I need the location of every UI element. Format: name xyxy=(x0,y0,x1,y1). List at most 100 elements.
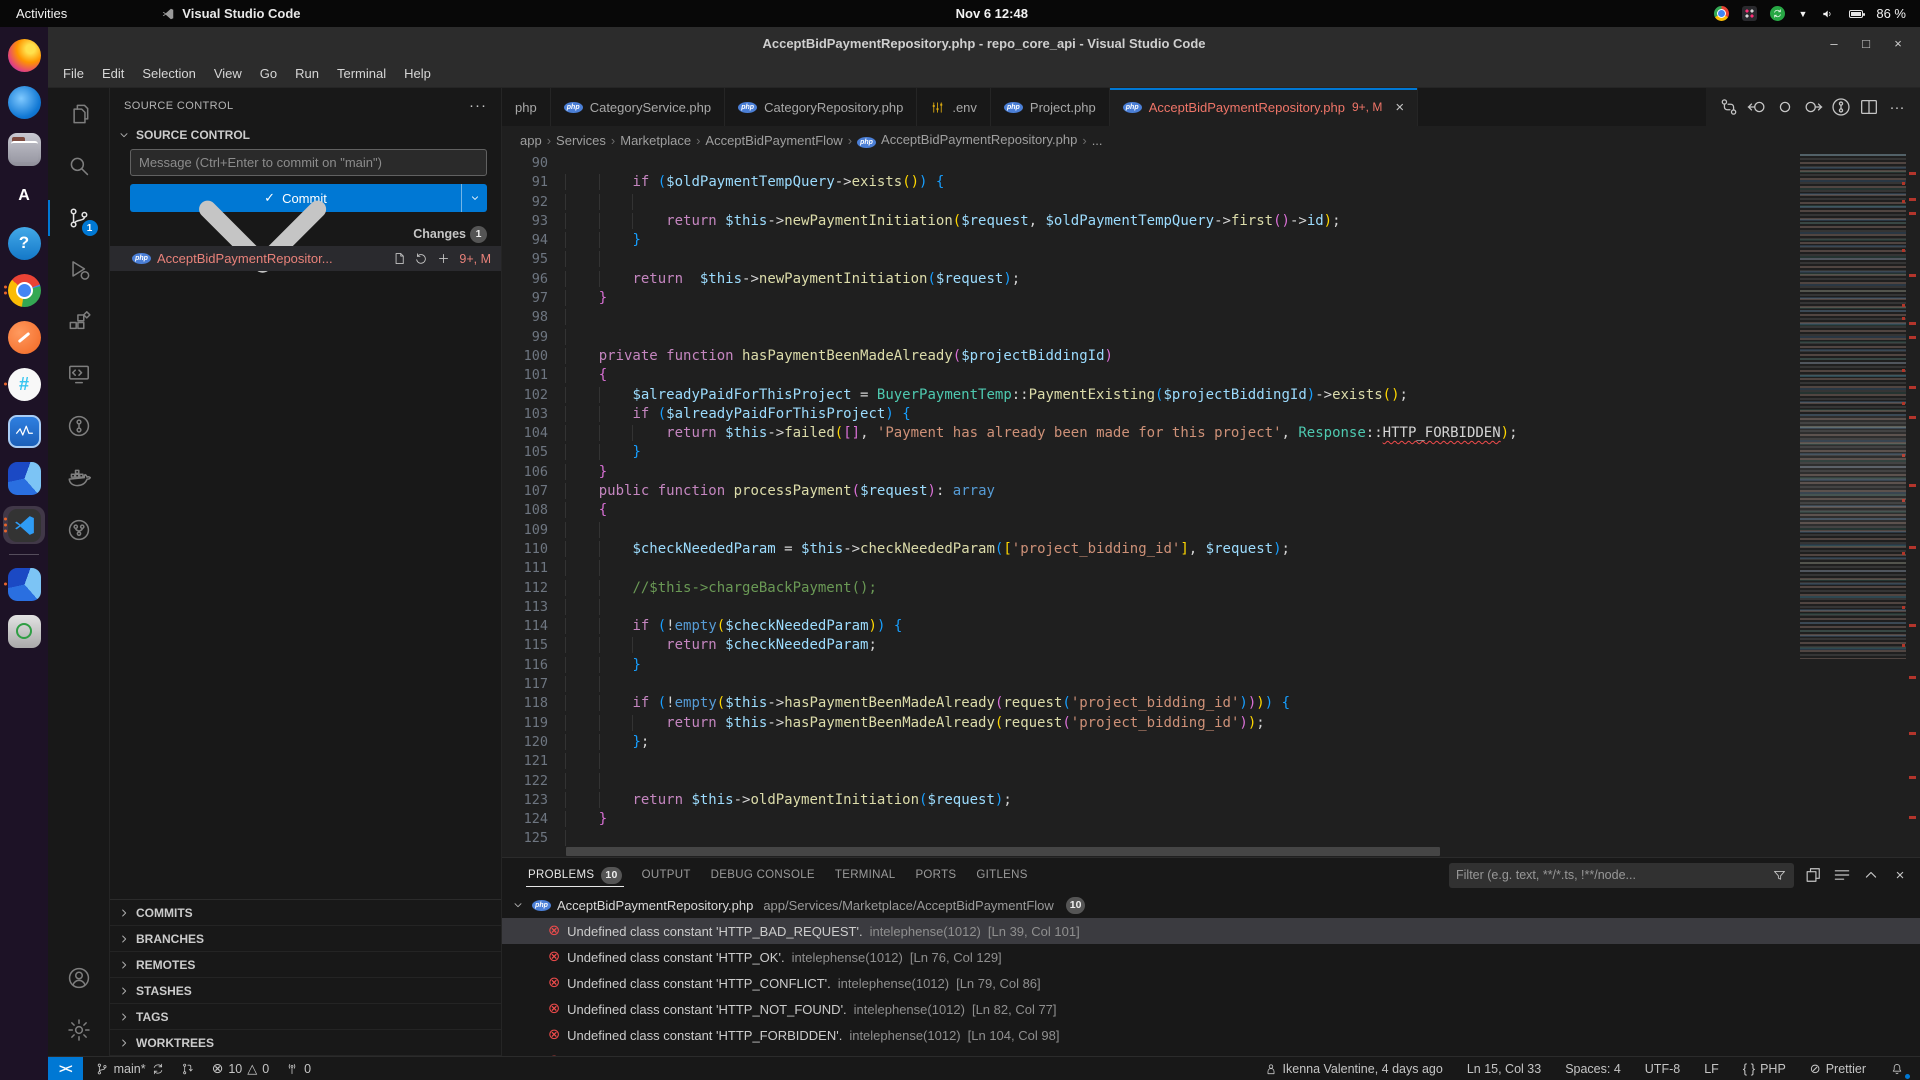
problems-file-group[interactable]: php AcceptBidPaymentRepository.php app/S… xyxy=(502,892,1920,918)
horizontal-scrollbar[interactable] xyxy=(566,847,1780,856)
notifications-bell[interactable] xyxy=(1886,1057,1908,1080)
system-tray[interactable]: ▼ 86 % xyxy=(1714,0,1920,27)
dock-item-chrome[interactable] xyxy=(3,271,45,309)
backup-tray-icon[interactable] xyxy=(1770,6,1785,21)
activity-gitlens[interactable] xyxy=(48,400,110,452)
menu-view[interactable]: View xyxy=(205,62,251,85)
code-line-100[interactable]: 100 private function hasPaymentBeenMadeA… xyxy=(502,347,1920,366)
commit-info[interactable]: Ikenna Valentine, 4 days ago xyxy=(1260,1057,1447,1080)
split-editor-icon[interactable] xyxy=(1858,96,1880,118)
tab-categoryrepository-php[interactable]: phpCategoryRepository.php xyxy=(725,88,917,126)
filter-input[interactable] xyxy=(1456,868,1772,882)
chrome-tray-icon[interactable] xyxy=(1714,6,1729,21)
code-line-117[interactable]: 117 xyxy=(502,675,1920,694)
tab-php[interactable]: php xyxy=(502,88,551,126)
compare-changes-icon[interactable] xyxy=(1718,96,1740,118)
cursor-position[interactable]: Ln 15, Col 33 xyxy=(1463,1057,1545,1080)
discard-changes-icon[interactable] xyxy=(414,251,429,266)
title-bar[interactable]: AcceptBidPaymentRepository.php - repo_co… xyxy=(48,27,1920,60)
menu-go[interactable]: Go xyxy=(251,62,286,85)
breadcrumb-item[interactable]: AcceptBidPaymentFlow xyxy=(705,133,842,148)
problem-row[interactable]: ⊗Undefined class constant xyxy=(502,1048,1920,1056)
tab-categoryservice-php[interactable]: phpCategoryService.php xyxy=(551,88,725,126)
more-actions-icon[interactable]: ··· xyxy=(1886,96,1908,118)
code-line-120[interactable]: 120 }; xyxy=(502,733,1920,752)
activity-explorer[interactable] xyxy=(48,88,110,140)
problems-indicator[interactable]: ⊗ 10 △ 0 xyxy=(208,1057,274,1080)
code-line-91[interactable]: 91 if ($oldPaymentTempQuery->exists()) { xyxy=(502,173,1920,192)
activity-source-control[interactable]: 1 xyxy=(48,192,110,244)
dock-item-app-blue-2[interactable] xyxy=(3,565,45,603)
list-icon[interactable] xyxy=(1832,865,1852,885)
ports-indicator[interactable]: 0 xyxy=(281,1057,315,1080)
copy-icon[interactable] xyxy=(1803,865,1823,885)
problem-row[interactable]: ⊗Undefined class constant 'HTTP_FORBIDDE… xyxy=(502,1022,1920,1048)
close-tab-icon[interactable]: × xyxy=(1395,99,1404,116)
dock-item-vscode[interactable] xyxy=(3,506,45,544)
section-commits[interactable]: COMMITS xyxy=(110,900,501,926)
code-line-125[interactable]: 125 xyxy=(502,829,1920,848)
code-line-104[interactable]: 104 return $this->failed([], 'Payment ha… xyxy=(502,424,1920,443)
code-line-111[interactable]: 111 xyxy=(502,559,1920,578)
clock[interactable]: Nov 6 12:48 xyxy=(956,6,1028,21)
gitlens-icon[interactable] xyxy=(1830,96,1852,118)
panel-tab-output[interactable]: OUTPUT xyxy=(632,858,701,892)
branch-indicator[interactable]: main* xyxy=(91,1057,198,1080)
code-line-123[interactable]: 123 return $this->oldPaymentInitiation($… xyxy=(502,791,1920,810)
breadcrumb-item[interactable]: ... xyxy=(1092,133,1103,148)
code-line-108[interactable]: 108 { xyxy=(502,501,1920,520)
problem-row[interactable]: ⊗Undefined class constant 'HTTP_CONFLICT… xyxy=(502,970,1920,996)
code-line-99[interactable]: 99 xyxy=(502,328,1920,347)
section-branches[interactable]: BRANCHES xyxy=(110,926,501,952)
code-line-94[interactable]: 94 } xyxy=(502,231,1920,250)
dock-item-trash[interactable] xyxy=(3,612,45,650)
breadcrumb[interactable]: app›Services›Marketplace›AcceptBidPaymen… xyxy=(502,126,1920,154)
sync-icon[interactable] xyxy=(151,1062,165,1076)
code-line-115[interactable]: 115 return $checkNeededParam; xyxy=(502,636,1920,655)
chevron-up-icon[interactable] xyxy=(1861,865,1881,885)
activity-remote-explorer[interactable] xyxy=(48,348,110,400)
tab-project-php[interactable]: phpProject.php xyxy=(991,88,1110,126)
panel-tab-terminal[interactable]: TERMINAL xyxy=(825,858,906,892)
volume-icon[interactable] xyxy=(1820,6,1836,22)
dock-item-help[interactable]: ? xyxy=(3,224,45,262)
focused-app-indicator[interactable]: Visual Studio Code xyxy=(161,6,300,21)
network-icon[interactable]: ▼ xyxy=(1798,9,1807,19)
code-line-110[interactable]: 110 $checkNeededParam = $this->checkNeed… xyxy=(502,540,1920,559)
breadcrumb-item[interactable]: phpAcceptBidPaymentRepository.php xyxy=(857,132,1077,148)
previous-change-icon[interactable] xyxy=(1746,96,1768,118)
code-line-121[interactable]: 121 xyxy=(502,752,1920,771)
activity-settings[interactable] xyxy=(48,1004,110,1056)
next-change-icon[interactable] xyxy=(1802,96,1824,118)
code-line-114[interactable]: 114 if (!empty($checkNeededParam)) { xyxy=(502,617,1920,636)
open-file-icon[interactable] xyxy=(392,251,407,266)
close-button[interactable]: × xyxy=(1886,32,1910,56)
keyboard-indicator-icon[interactable] xyxy=(1742,6,1757,21)
eol-indicator[interactable]: LF xyxy=(1700,1057,1723,1080)
code-line-109[interactable]: 109 xyxy=(502,521,1920,540)
code-line-92[interactable]: 92 xyxy=(502,193,1920,212)
language-mode[interactable]: { } PHP xyxy=(1739,1057,1790,1080)
panel-tab-problems[interactable]: PROBLEMS10 xyxy=(518,858,632,892)
code-line-106[interactable]: 106 } xyxy=(502,463,1920,482)
dock-item-files[interactable] xyxy=(3,130,45,168)
panel-tab-gitlens[interactable]: GITLENS xyxy=(966,858,1037,892)
code-line-119[interactable]: 119 return $this->hasPaymentBeenMadeAlre… xyxy=(502,714,1920,733)
problem-row[interactable]: ⊗Undefined class constant 'HTTP_BAD_REQU… xyxy=(502,918,1920,944)
dock-item-app-blue[interactable] xyxy=(3,459,45,497)
code-line-107[interactable]: 107 public function processPayment($requ… xyxy=(502,482,1920,501)
panel-tab-ports[interactable]: PORTS xyxy=(905,858,966,892)
code-editor[interactable]: 9091 if ($oldPaymentTempQuery->exists())… xyxy=(502,154,1920,857)
menu-edit[interactable]: Edit xyxy=(93,62,133,85)
stage-changes-icon[interactable] xyxy=(436,251,451,266)
code-line-122[interactable]: 122 xyxy=(502,772,1920,791)
code-line-97[interactable]: 97 } xyxy=(502,289,1920,308)
current-change-icon[interactable] xyxy=(1774,96,1796,118)
problem-row[interactable]: ⊗Undefined class constant 'HTTP_NOT_FOUN… xyxy=(502,996,1920,1022)
activity-git-graph[interactable] xyxy=(48,504,110,556)
section-worktrees[interactable]: WORKTREES xyxy=(110,1030,501,1056)
activity-extensions[interactable] xyxy=(48,296,110,348)
code-line-95[interactable]: 95 xyxy=(502,250,1920,269)
dock-item-postman[interactable] xyxy=(3,318,45,356)
activity-accounts[interactable] xyxy=(48,952,110,1004)
